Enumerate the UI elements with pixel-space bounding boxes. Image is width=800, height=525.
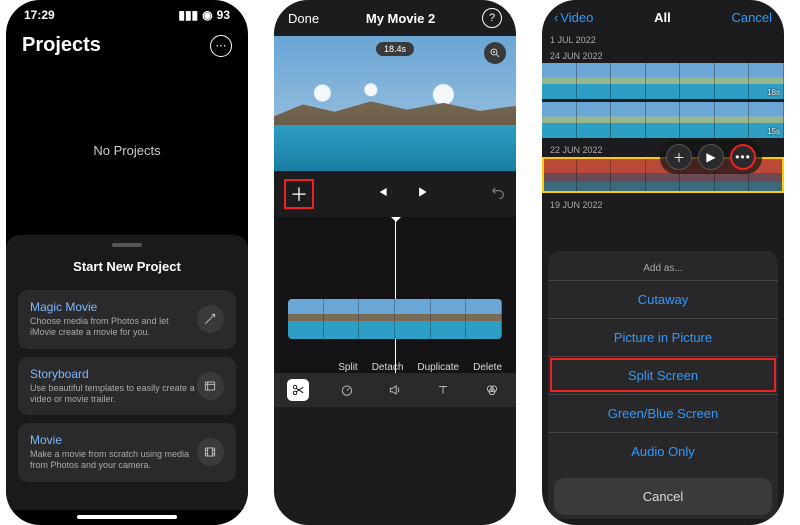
phone-media-picker: ‹ Video All Cancel 1 JUL 2022 24 JUN 202… <box>542 0 784 525</box>
back-label: Video <box>560 10 593 25</box>
media-clip[interactable]: 18s <box>542 63 784 99</box>
skip-back-button[interactable] <box>375 185 389 204</box>
option-split-screen[interactable]: Split Screen <box>548 356 778 394</box>
filters-tool[interactable] <box>481 379 503 401</box>
project-title: My Movie 2 <box>366 11 435 26</box>
clip-duration: 18s <box>767 88 780 97</box>
storyboard-icon <box>197 372 224 400</box>
card-desc: Use beautiful templates to easily create… <box>30 383 197 406</box>
clip-actions: Split Detach Duplicate Delete <box>338 362 502 373</box>
notch <box>82 0 172 26</box>
clip-thumb <box>431 299 467 339</box>
wifi-icon: ◉ <box>202 8 212 22</box>
magic-movie-card[interactable]: Magic Movie Choose media from Photos and… <box>18 290 236 349</box>
clip-float-controls: ＋ ▶ ••• <box>660 140 762 174</box>
titles-tool[interactable] <box>432 379 454 401</box>
editor-header: Done My Movie 2 ? <box>274 0 516 36</box>
page-title: Projects <box>22 34 101 57</box>
card-text: Magic Movie Choose media from Photos and… <box>30 300 197 339</box>
phone-projects: 17:29 ▮▮▮ ◉ 93 Projects ⋯ No Projects St… <box>6 0 248 525</box>
home-indicator[interactable] <box>77 515 177 519</box>
segment-all[interactable]: All <box>654 10 671 25</box>
add-media-button[interactable]: ＋ <box>284 179 314 209</box>
preview-clip-button[interactable]: ▶ <box>698 144 724 170</box>
storyboard-card[interactable]: Storyboard Use beautiful templates to ea… <box>18 357 236 416</box>
delete-action[interactable]: Delete <box>473 362 502 373</box>
option-green-blue-screen[interactable]: Green/Blue Screen <box>548 394 778 432</box>
transport-row: ＋ <box>274 171 516 217</box>
status-right: ▮▮▮ ◉ 93 <box>178 8 230 22</box>
card-desc: Make a movie from scratch using media fr… <box>30 449 197 472</box>
drawer-handle[interactable] <box>112 243 142 247</box>
clouds-icon <box>274 77 516 109</box>
clip-thumb <box>324 299 360 339</box>
film-icon <box>197 438 224 466</box>
clip-thumb <box>359 299 395 339</box>
play-button[interactable] <box>415 185 429 204</box>
sheet-cancel-button[interactable]: Cancel <box>554 478 772 515</box>
card-title: Storyboard <box>30 367 197 381</box>
preview-lake <box>274 125 516 171</box>
more-menu-button[interactable]: ⋯ <box>210 35 232 57</box>
clip-more-button[interactable]: ••• <box>730 144 756 170</box>
phone-editor: Done My Movie 2 ? 18.4s ＋ Split <box>274 0 516 525</box>
duplicate-action[interactable]: Duplicate <box>417 362 459 373</box>
done-button[interactable]: Done <box>288 11 319 26</box>
picker-header: ‹ Video All Cancel <box>542 0 784 31</box>
battery-pct: 93 <box>217 8 230 22</box>
add-as-sheet: Add as... Cutaway Picture in Picture Spl… <box>548 251 778 519</box>
help-button[interactable]: ? <box>482 8 502 28</box>
section-header: 24 JUN 2022 <box>542 47 784 63</box>
video-preview[interactable]: 18.4s <box>274 36 516 171</box>
sheet-header: Add as... <box>548 259 778 280</box>
editor-toolbar <box>274 373 516 407</box>
scissors-tool[interactable] <box>287 379 309 401</box>
clip-thumb <box>395 299 431 339</box>
option-cutaway[interactable]: Cutaway <box>548 280 778 318</box>
card-text: Movie Make a movie from scratch using me… <box>30 433 197 472</box>
start-project-drawer: Start New Project Magic Movie Choose med… <box>6 235 248 510</box>
selected-clip-wrap: ＋ ▶ ••• <box>542 157 784 193</box>
detach-action[interactable]: Detach <box>372 362 404 373</box>
undo-button[interactable] <box>490 184 506 205</box>
wand-icon <box>197 305 224 333</box>
speed-tool[interactable] <box>336 379 358 401</box>
chevron-left-icon: ‹ <box>554 10 558 25</box>
split-action[interactable]: Split <box>338 362 357 373</box>
transport-controls <box>375 185 429 204</box>
clip-thumb <box>466 299 502 339</box>
projects-header: Projects ⋯ <box>6 30 248 65</box>
card-text: Storyboard Use beautiful templates to ea… <box>30 367 197 406</box>
option-audio-only[interactable]: Audio Only <box>548 432 778 470</box>
back-button[interactable]: ‹ Video <box>554 10 593 25</box>
drawer-title: Start New Project <box>14 259 240 274</box>
empty-state: No Projects <box>6 65 248 235</box>
signal-icon: ▮▮▮ <box>178 8 198 22</box>
option-picture-in-picture[interactable]: Picture in Picture <box>548 318 778 356</box>
duration-badge: 18.4s <box>376 42 414 56</box>
volume-tool[interactable] <box>384 379 406 401</box>
timeline-clip[interactable] <box>288 299 502 339</box>
expand-preview-button[interactable] <box>484 42 506 64</box>
card-title: Movie <box>30 433 197 447</box>
card-title: Magic Movie <box>30 300 197 314</box>
clip-duration: 15s <box>767 127 780 136</box>
status-time: 17:29 <box>24 8 55 22</box>
add-clip-button[interactable]: ＋ <box>666 144 692 170</box>
movie-card[interactable]: Movie Make a movie from scratch using me… <box>18 423 236 482</box>
media-clip[interactable]: 15s <box>542 102 784 138</box>
media-list[interactable]: 1 JUL 2022 24 JUN 2022 18s 15s 22 JUN 20… <box>542 31 784 212</box>
cancel-button[interactable]: Cancel <box>732 10 772 25</box>
timeline[interactable]: Split Detach Duplicate Delete <box>274 217 516 407</box>
section-header: 19 JUN 2022 <box>542 196 784 212</box>
card-desc: Choose media from Photos and let iMovie … <box>30 316 197 339</box>
clip-thumb <box>288 299 324 339</box>
empty-state-label: No Projects <box>93 143 160 158</box>
section-header: 1 JUL 2022 <box>542 31 784 47</box>
